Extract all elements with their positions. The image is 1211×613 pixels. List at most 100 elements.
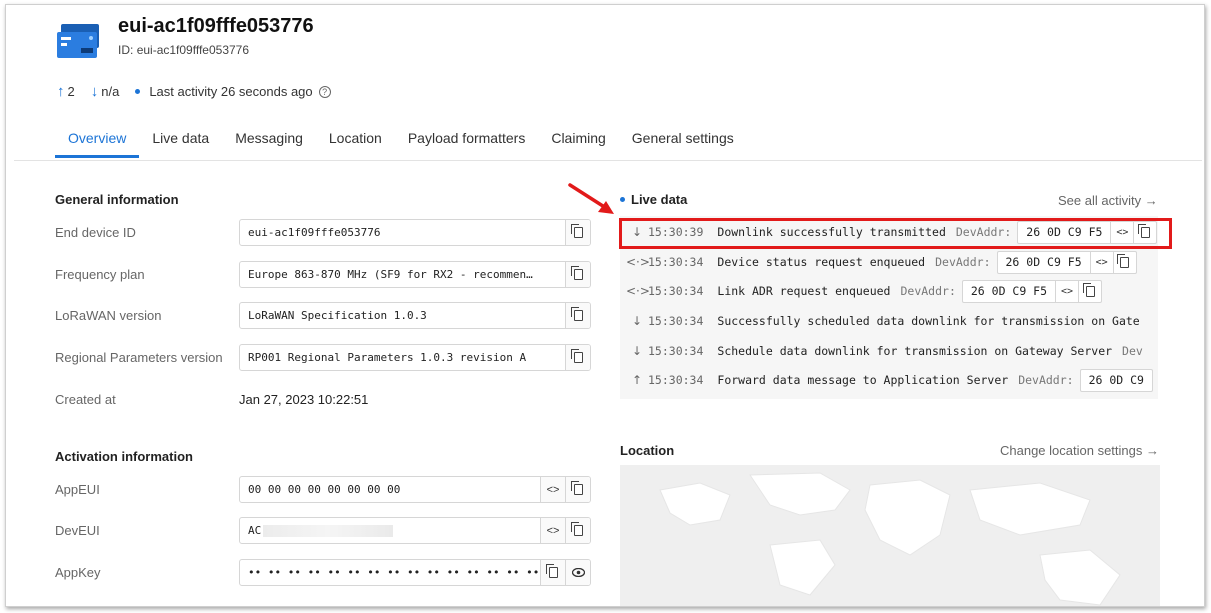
copy-icon — [570, 349, 583, 363]
copy-button[interactable] — [1078, 280, 1101, 302]
tab-payload-formatters[interactable]: Payload formatters — [395, 122, 539, 158]
end-device-id-value: eui-ac1f09fffe053776 — [248, 226, 381, 239]
live-row[interactable]: ↓ 15:30:34 Successfully scheduled data d… — [620, 307, 1150, 335]
regional-params-label: Regional Parameters version — [55, 350, 223, 365]
appeui-label: AppEUI — [55, 482, 100, 497]
map-graphic — [620, 465, 1160, 606]
toggle-format-button[interactable]: <> — [1055, 280, 1078, 302]
devaddr-chip: 26 0D C9 — [1079, 368, 1153, 392]
copy-icon — [1082, 282, 1095, 297]
appeui-field: 00 00 00 00 00 00 00 00 <> — [239, 476, 591, 503]
devaddr-value: 26 0D C9 F5 — [970, 284, 1048, 298]
red-arrow-icon — [568, 183, 614, 214]
devaddr-label-truncated: Dev — [1122, 344, 1143, 358]
uplink-stat: ↑ 2 — [57, 83, 75, 100]
tabs-divider — [14, 160, 1202, 161]
copy-icon — [570, 266, 583, 280]
arrow-down-icon: ↓ — [90, 83, 99, 100]
tab-general-settings[interactable]: General settings — [619, 122, 747, 158]
live-data-title: Live data — [620, 192, 687, 207]
copy-button[interactable] — [1112, 251, 1136, 273]
eye-icon — [571, 568, 585, 577]
copy-button[interactable] — [565, 477, 590, 502]
app-window: eui-ac1f09fffe053776 ID: eui-ac1f09fffe0… — [5, 4, 1205, 607]
help-icon[interactable]: ? — [318, 85, 331, 98]
uplink-arrow-icon: ↑ — [631, 373, 643, 387]
tab-messaging[interactable]: Messaging — [222, 122, 316, 158]
devaddr-chip: 26 0D C9 F5 <> — [996, 250, 1137, 274]
end-device-id-label: End device ID — [55, 225, 136, 240]
tab-location[interactable]: Location — [316, 122, 395, 158]
copy-icon — [570, 224, 583, 238]
location-map[interactable] — [620, 465, 1160, 606]
copy-icon — [570, 481, 583, 495]
copy-icon — [570, 522, 583, 536]
copy-button[interactable] — [540, 560, 565, 585]
downlink-arrow-icon: ↓ — [631, 344, 643, 358]
event-message: Device status request enqueued — [717, 255, 926, 269]
live-row[interactable]: ↓ 15:30:34 Schedule data downlink for tr… — [620, 337, 1149, 365]
copy-icon — [545, 564, 558, 578]
device-id: ID: eui-ac1f09fffe053776 — [118, 43, 249, 57]
copy-button[interactable] — [565, 303, 590, 328]
deveui-text: AC — [248, 524, 262, 537]
highlight-box — [619, 218, 1172, 249]
general-info-title: General information — [55, 192, 179, 207]
tab-bar: Overview Live data Messaging Location Pa… — [55, 122, 747, 158]
toggle-format-button[interactable]: <> — [540, 518, 565, 543]
event-message: Successfully scheduled data downlink for… — [717, 314, 1140, 328]
lorawan-version-value: LoRaWAN Specification 1.0.3 — [248, 309, 427, 322]
mac-command-icon: <·> — [626, 255, 650, 269]
lorawan-version-label: LoRaWAN version — [55, 308, 162, 323]
live-row[interactable]: ↑ 15:30:34 Forward data message to Appli… — [620, 366, 1153, 394]
deveui-field: AC <> — [239, 517, 591, 544]
frequency-plan-label: Frequency plan — [55, 267, 145, 282]
regional-params-field: RP001 Regional Parameters 1.0.3 revision… — [239, 344, 591, 371]
copy-button[interactable] — [565, 345, 590, 370]
activity-stats: ↑ 2 ↓ n/a Last activity 26 seconds ago ? — [57, 83, 341, 100]
regional-params-value: RP001 Regional Parameters 1.0.3 revision… — [248, 351, 527, 364]
event-time: 15:30:34 — [648, 373, 704, 387]
frequency-plan-field: Europe 863-870 MHz (SF9 for RX2 - recomm… — [239, 261, 591, 288]
appeui-value: 00 00 00 00 00 00 00 00 — [248, 483, 401, 496]
device-id-label: ID: — [118, 43, 134, 57]
copy-button[interactable] — [565, 518, 590, 543]
change-location-link[interactable]: Change location settings → — [1000, 443, 1159, 458]
appkey-label: AppKey — [55, 565, 101, 580]
tab-overview[interactable]: Overview — [55, 122, 140, 158]
appkey-value: •• •• •• •• •• •• •• •• •• •• •• •• •• •… — [248, 566, 540, 579]
copy-button[interactable] — [565, 220, 590, 245]
lorawan-version-field: LoRaWAN Specification 1.0.3 — [239, 302, 591, 329]
copy-button[interactable] — [565, 262, 590, 287]
status-dot-icon — [135, 89, 141, 94]
show-key-button[interactable] — [565, 560, 590, 585]
copy-icon — [1117, 253, 1130, 268]
last-activity: Last activity 26 seconds ago ? — [135, 84, 331, 99]
event-time: 15:30:34 — [648, 255, 704, 269]
event-message: Schedule data downlink for transmission … — [717, 344, 1113, 358]
devaddr-value: 26 0D C9 — [1088, 373, 1144, 387]
event-message: Forward data message to Application Serv… — [717, 373, 1009, 387]
deveui-label: DevEUI — [55, 523, 100, 538]
mac-command-icon: <·> — [626, 284, 650, 298]
toggle-format-button[interactable]: <> — [540, 477, 565, 502]
deveui-value: AC — [240, 524, 540, 537]
arrow-up-icon: ↑ — [57, 83, 65, 100]
location-title: Location — [620, 443, 675, 458]
live-row[interactable]: <·> 15:30:34 Device status request enque… — [620, 248, 1137, 276]
device-icon — [57, 24, 99, 58]
live-row[interactable]: <·> 15:30:34 Link ADR request enqueued D… — [620, 277, 1103, 305]
see-all-activity-link[interactable]: See all activity → — [1058, 193, 1158, 208]
copy-icon — [570, 307, 583, 321]
created-at-value: Jan 27, 2023 10:22:51 — [239, 392, 369, 407]
devaddr-label: DevAddr: — [935, 255, 991, 269]
tab-claiming[interactable]: Claiming — [538, 122, 618, 158]
devaddr-label: DevAddr: — [1018, 373, 1074, 387]
downlink-stat: ↓ n/a — [91, 83, 120, 100]
devaddr-chip: 26 0D C9 F5 <> — [961, 279, 1103, 303]
last-activity-text: Last activity 26 seconds ago — [149, 84, 313, 99]
tab-live-data[interactable]: Live data — [139, 122, 222, 158]
end-device-id-field: eui-ac1f09fffe053776 — [239, 219, 591, 246]
event-time: 15:30:34 — [648, 344, 704, 358]
toggle-format-button[interactable]: <> — [1089, 251, 1113, 273]
